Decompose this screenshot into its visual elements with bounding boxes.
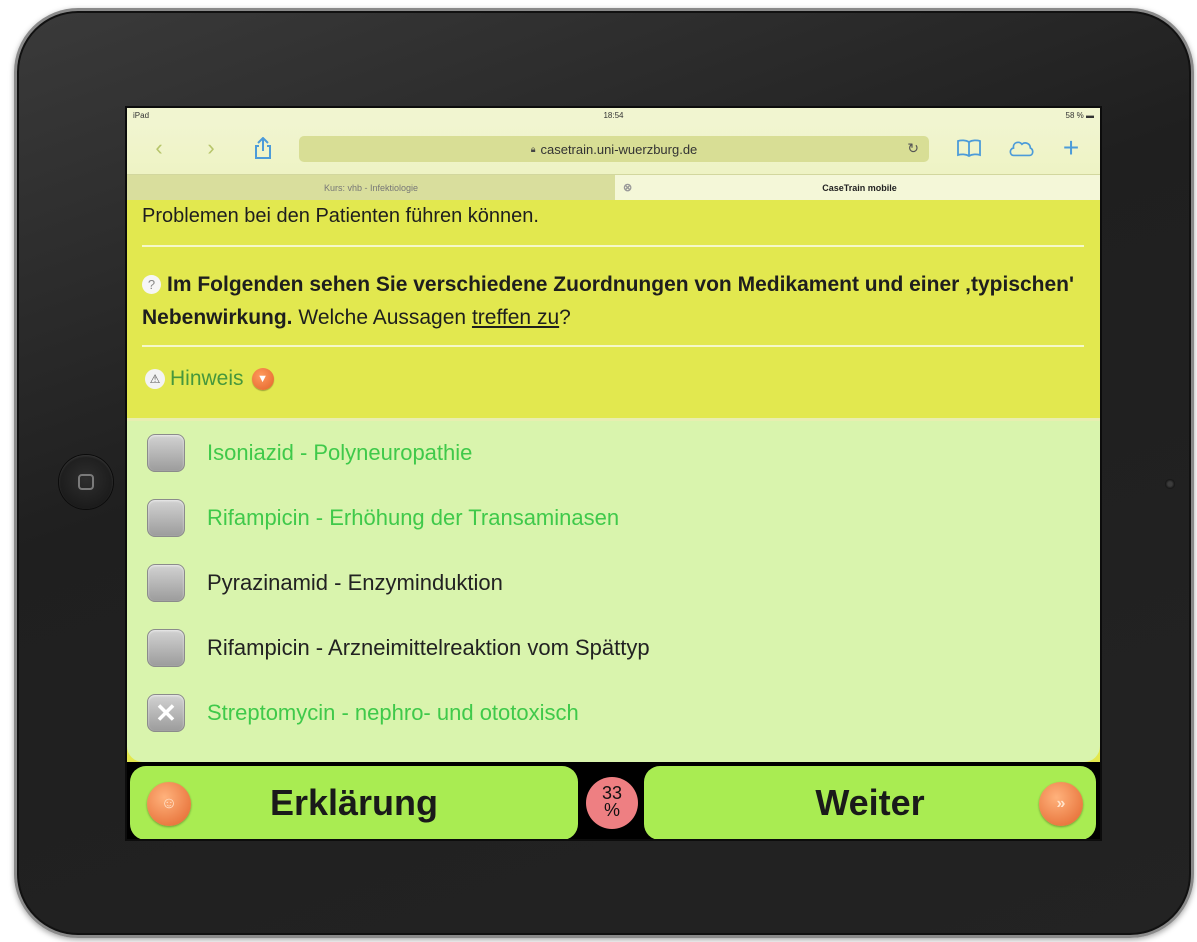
lock-icon: 🔒︎ — [530, 143, 536, 154]
answer-checkbox[interactable] — [147, 499, 185, 537]
bookmarks-icon[interactable] — [955, 134, 983, 162]
question-panel: Problemen bei den Patienten führen könne… — [127, 200, 1100, 418]
battery-text: 58 % — [1065, 111, 1084, 120]
question-end: ? — [559, 306, 571, 329]
answer-option-3[interactable]: Pyrazinamid - Enzyminduktion — [147, 560, 503, 606]
answer-checkbox-checked[interactable]: ✕ — [147, 694, 185, 732]
intro-text: Problemen bei den Patienten führen könne… — [142, 205, 539, 227]
check-x-icon: ✕ — [155, 697, 177, 728]
question-normal: Welche Aussagen — [298, 306, 467, 329]
explanation-button[interactable]: ☺ Erklärung — [130, 766, 578, 839]
chevron-down-icon[interactable]: ▼ — [251, 368, 274, 390]
camera-icon — [1165, 479, 1175, 489]
tab-label: CaseTrain mobile — [822, 183, 897, 193]
cloud-tabs-icon[interactable] — [1007, 134, 1035, 162]
tab-infektiologie[interactable]: Kurs: vhb - Infektiologie — [127, 175, 615, 201]
page-content: Problemen bei den Patienten führen könne… — [127, 200, 1100, 839]
question-text: ? Im Folgenden sehen Sie verschiedene Zuo… — [142, 268, 1087, 334]
progress-unit: % — [603, 800, 620, 820]
home-square-icon — [78, 474, 94, 490]
battery-icon: ▬ — [1086, 111, 1094, 120]
progress-badge: 33 % — [586, 777, 638, 829]
explanation-icon: ☺ — [147, 782, 191, 826]
back-icon[interactable]: ‹ — [145, 134, 173, 162]
next-label: Weiter — [815, 782, 925, 823]
answer-option-2[interactable]: Rifampicin - Erhöhung der Transaminasen — [147, 495, 619, 541]
next-button[interactable]: Weiter » — [644, 766, 1096, 839]
answer-checkbox[interactable] — [147, 564, 185, 602]
answer-checkbox[interactable] — [147, 629, 185, 667]
answer-label: Streptomycin - nephro- und ototoxisch — [207, 700, 579, 725]
hint-toggle[interactable]: ⚠ Hinweis ▼ — [145, 367, 274, 391]
question-bold: Im Folgenden sehen Sie verschiedene Zuor… — [142, 273, 1074, 329]
answer-option-1[interactable]: Isoniazid - Polyneuropathie — [147, 430, 472, 476]
warning-icon: ⚠ — [145, 369, 165, 389]
answer-option-5[interactable]: ✕ Streptomycin - nephro- und ototoxisch — [147, 690, 579, 736]
bottom-bar: ☺ Erklärung 33 % Weiter » — [127, 762, 1100, 839]
answer-option-4[interactable]: Rifampicin - Arzneimittelreaktion vom Sp… — [147, 625, 650, 671]
new-tab-icon[interactable]: + — [1057, 132, 1085, 163]
answers-panel: Isoniazid - Polyneuropathie Rifampicin -… — [127, 418, 1100, 762]
fast-forward-icon: » — [1039, 782, 1083, 826]
forward-icon[interactable]: › — [197, 134, 225, 162]
question-underlined[interactable]: treffen zu — [472, 306, 559, 329]
battery-indicator: 58 % ▬ — [1066, 111, 1094, 120]
url-text: casetrain.uni-wuerzburg.de — [540, 141, 698, 157]
home-button[interactable] — [59, 455, 113, 509]
hint-label: Hinweis — [170, 367, 244, 390]
answer-label: Rifampicin - Arzneimittelreaktion vom Sp… — [207, 635, 650, 660]
address-bar[interactable]: 🔒︎ casetrain.uni-wuerzburg.de ↻ — [299, 136, 929, 162]
clock: 18:54 — [603, 111, 624, 120]
answer-checkbox[interactable] — [147, 434, 185, 472]
answer-label: Rifampicin - Erhöhung der Transaminasen — [207, 505, 620, 530]
ipad-screen: iPad 18:54 58 % ▬ ‹ › 🔒︎ casetrain.uni-w… — [125, 106, 1102, 841]
reload-icon[interactable]: ↻ — [907, 140, 919, 157]
tab-bar: Kurs: vhb - Infektiologie ⊗ CaseTrain mo… — [127, 174, 1100, 201]
browser-toolbar: ‹ › 🔒︎ casetrain.uni-wuerzburg.de ↻ + — [127, 124, 1100, 174]
answer-label: Isoniazid - Polyneuropathie — [207, 440, 473, 465]
close-tab-icon[interactable]: ⊗ — [623, 181, 632, 194]
tab-label: Kurs: vhb - Infektiologie — [323, 183, 419, 193]
explanation-label: Erklärung — [269, 782, 439, 823]
tab-casetrain[interactable]: ⊗ CaseTrain mobile — [615, 175, 1100, 201]
status-bar: iPad 18:54 58 % ▬ — [127, 108, 1100, 124]
help-icon[interactable]: ? — [142, 275, 161, 294]
divider — [142, 345, 1084, 347]
answer-label: Pyrazinamid - Enzyminduktion — [207, 570, 503, 595]
share-icon[interactable] — [249, 134, 277, 162]
divider — [142, 245, 1084, 247]
